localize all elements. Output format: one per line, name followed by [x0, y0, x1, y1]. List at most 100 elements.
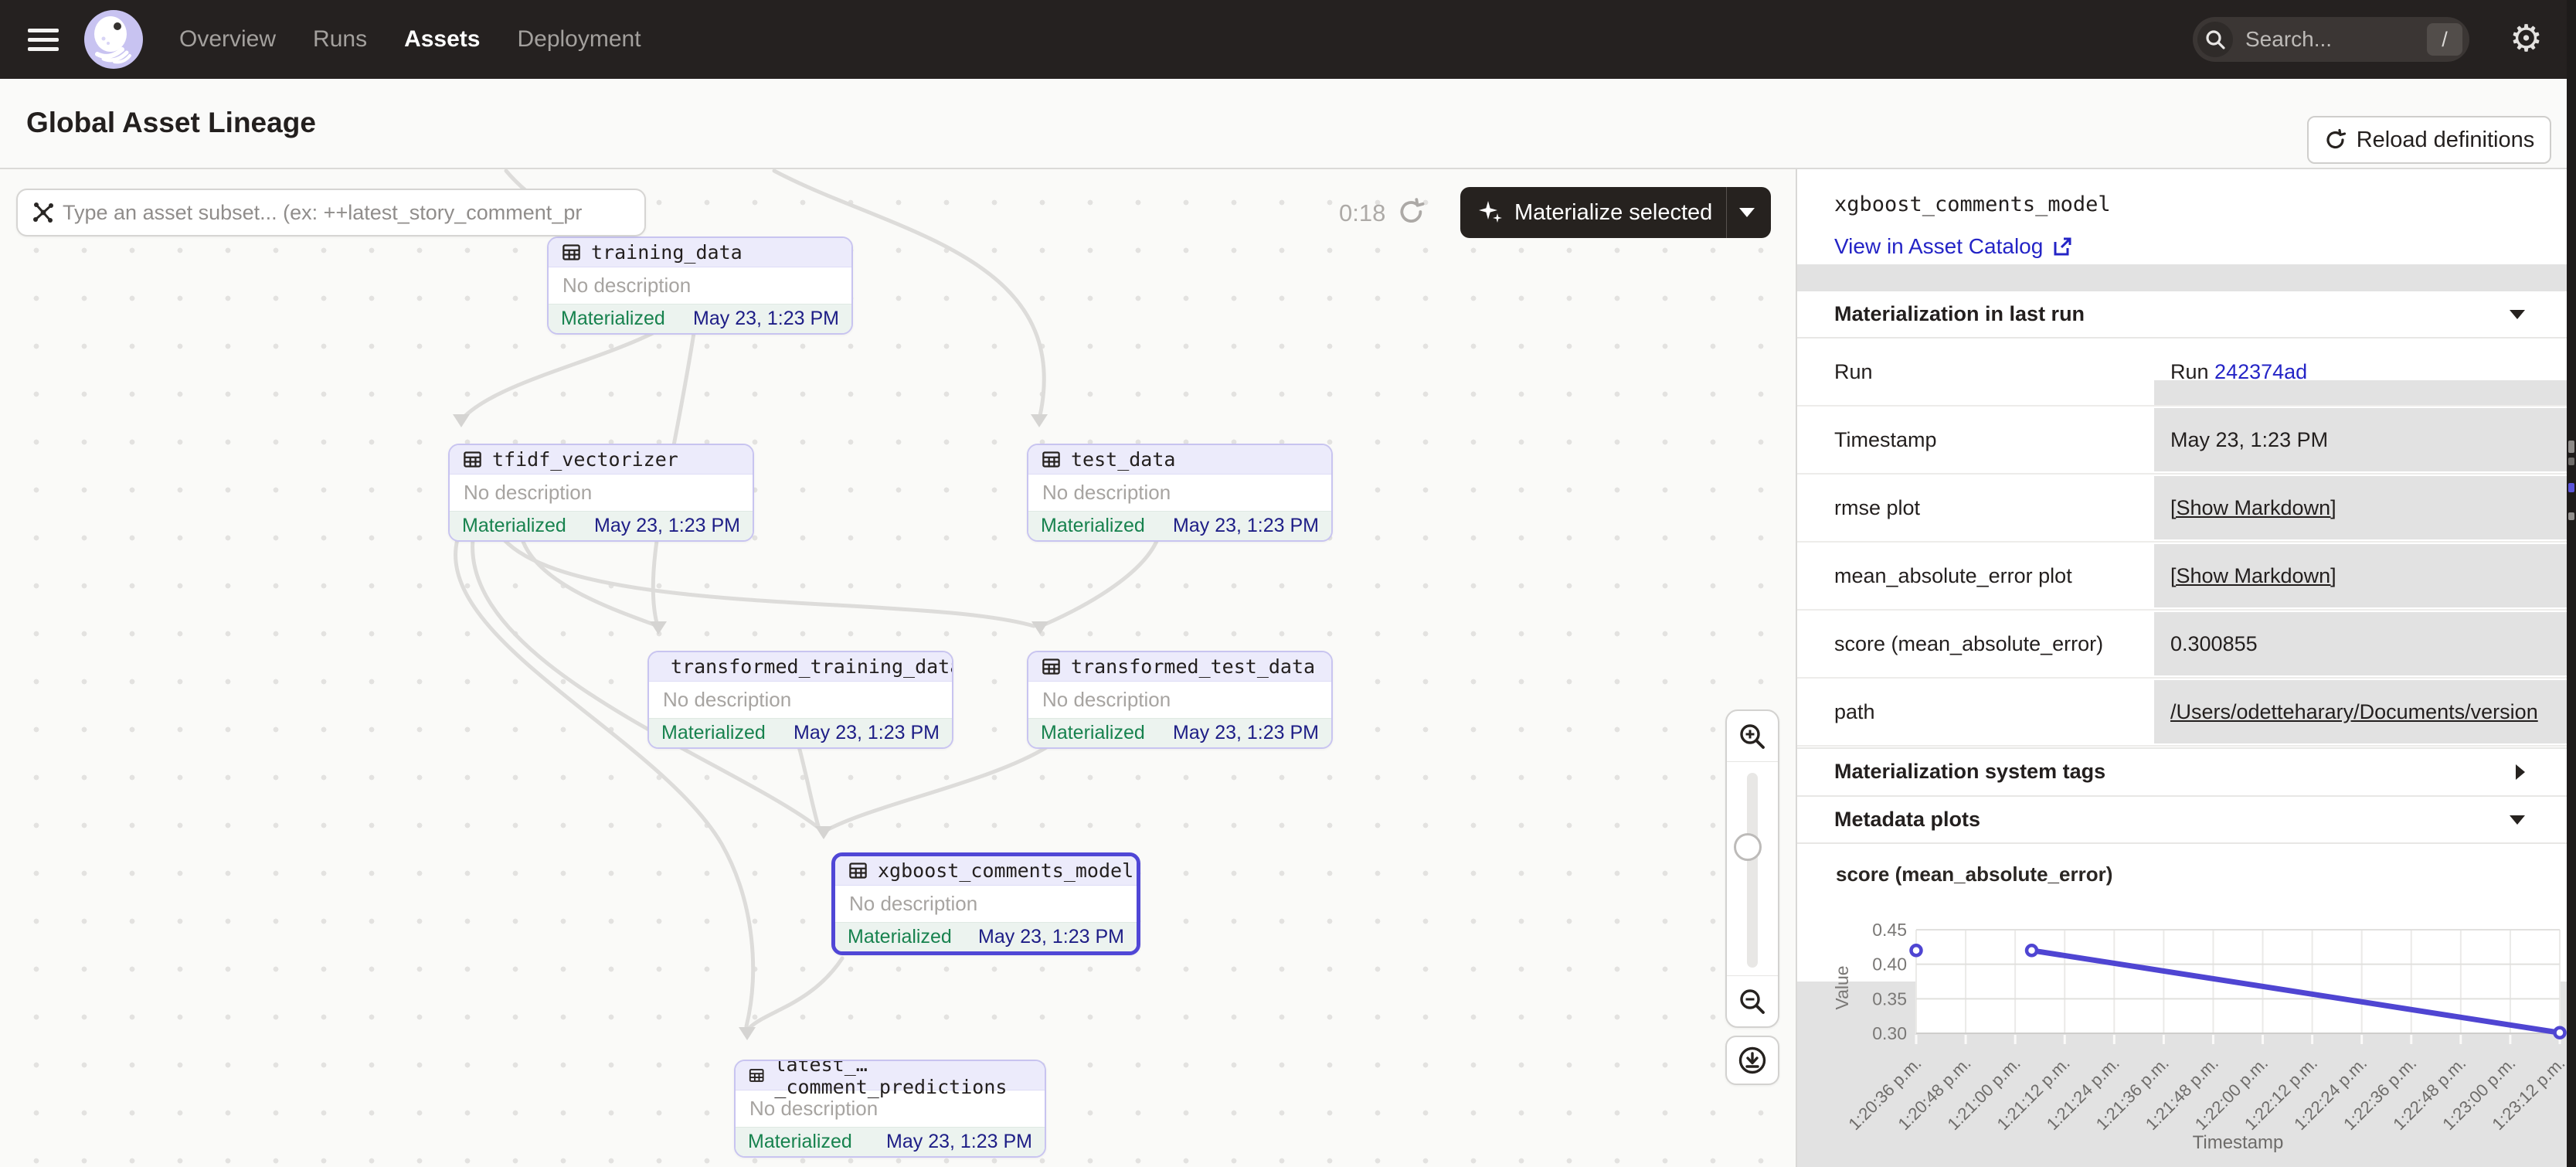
settings-gear-icon[interactable]: ⚙ — [2510, 14, 2543, 65]
asset-graph-icon — [30, 199, 56, 226]
zoom-slider-track[interactable] — [1747, 773, 1758, 968]
svg-text:0.30: 0.30 — [1872, 1023, 1907, 1043]
zoom-out-button[interactable] — [1727, 975, 1778, 1026]
scrollbar-fragment — [2568, 512, 2574, 520]
metadata-link[interactable]: [Show Markdown] — [2170, 496, 2336, 520]
section-materialization-last-run[interactable]: Materialization in last run — [1797, 291, 2568, 339]
svg-text:Value: Value — [1832, 965, 1852, 1009]
asset-lineage-canvas[interactable]: training_data No description Materialize… — [0, 169, 1796, 1167]
materialized-timestamp[interactable]: May 23, 1:23 PM — [1173, 722, 1319, 744]
materialized-status: Materialized — [1041, 722, 1145, 744]
metadata-link[interactable]: [Show Markdown] — [2170, 564, 2336, 588]
asset-node-test_data[interactable]: test_data No description Materialized Ma… — [1027, 444, 1333, 542]
metadata-label: path — [1797, 679, 2150, 745]
search-shortcut-badge: / — [2427, 23, 2462, 56]
materialized-timestamp[interactable]: May 23, 1:23 PM — [794, 722, 940, 744]
svg-text:Timestamp: Timestamp — [2193, 1132, 2284, 1153]
asset-subset-filter[interactable] — [16, 189, 646, 236]
asset-node-header: transformed_training_data — [649, 652, 952, 682]
asset-node-latest__comment_predictions[interactable]: latest_…_comment_predictions No descript… — [734, 1060, 1046, 1158]
asset-description: No description — [1028, 682, 1331, 718]
top-nav: Overview Runs Assets Deployment / ⚙ — [0, 0, 2576, 79]
table-icon — [1041, 449, 1062, 470]
asset-node-header: training_data — [549, 238, 851, 267]
section-metadata-plots[interactable]: Metadata plots — [1797, 795, 2568, 842]
nav-item-overview[interactable]: Overview — [179, 26, 276, 53]
magnifier-plus-icon — [1738, 722, 1767, 751]
run-id-link[interactable]: 242374ad — [2214, 360, 2307, 383]
download-view-button[interactable] — [1725, 1036, 1779, 1085]
run-value: Run 242374ad — [2170, 360, 2307, 384]
asset-node-footer: Materialized May 23, 1:23 PM — [549, 304, 851, 333]
asset-node-header: transformed_test_data — [1028, 652, 1331, 682]
materialize-selected-button[interactable]: Materialize selected — [1460, 187, 1771, 238]
scrollbar-fragment — [2568, 458, 2574, 465]
asset-node-tfidf_vectorizer[interactable]: tfidf_vectorizer No description Material… — [448, 444, 754, 542]
materialized-status: Materialized — [462, 515, 566, 537]
data-point[interactable] — [1912, 945, 1922, 955]
nav-item-runs[interactable]: Runs — [313, 26, 367, 53]
table-icon — [561, 242, 582, 263]
asset-node-transformed_test_data[interactable]: transformed_test_data No description Mat… — [1027, 651, 1333, 749]
asset-name: latest_…_comment_predictions — [774, 1060, 1045, 1098]
search-icon — [2197, 22, 2233, 57]
materialized-status: Materialized — [748, 1131, 852, 1153]
nav-item-assets[interactable]: Assets — [404, 26, 480, 53]
zoom-slider-handle[interactable] — [1734, 833, 1762, 861]
asset-node-footer: Materialized May 23, 1:23 PM — [649, 718, 952, 747]
asset-node-header: tfidf_vectorizer — [450, 445, 753, 475]
scrollbar-fragment — [2568, 441, 2574, 453]
zoom-in-button[interactable] — [1727, 711, 1778, 762]
asset-node-header: xgboost_comments_model — [835, 856, 1137, 886]
svg-text:0.40: 0.40 — [1872, 954, 1907, 975]
asset-name: transformed_test_data — [1071, 655, 1315, 678]
refresh-icon[interactable] — [1397, 197, 1426, 226]
window-edge-scrollbar[interactable] — [2567, 0, 2576, 1167]
materialize-dropdown-caret[interactable] — [1739, 208, 1755, 217]
metadata-value: May 23, 1:23 PM — [2170, 428, 2328, 452]
asset-node-xgboost_comments_model[interactable]: xgboost_comments_model No description Ma… — [831, 852, 1140, 955]
data-point[interactable] — [2027, 945, 2037, 955]
materialized-status: Materialized — [661, 722, 766, 744]
data-point[interactable] — [2555, 1028, 2565, 1038]
asset-node-header: test_data — [1028, 445, 1331, 475]
nav-links: Overview Runs Assets Deployment — [179, 26, 641, 53]
table-icon — [462, 449, 483, 470]
asset-description: No description — [549, 267, 851, 304]
materialized-timestamp[interactable]: May 23, 1:23 PM — [1173, 515, 1319, 537]
sparkle-icon — [1477, 199, 1504, 226]
global-search[interactable]: / — [2193, 17, 2469, 62]
metadata-link[interactable]: /Users/odetteharary/Documents/version — [2170, 700, 2538, 724]
view-in-asset-catalog-link[interactable]: View in Asset Catalog — [1834, 234, 2072, 259]
materialized-status: Materialized — [848, 926, 952, 948]
asset-description: No description — [1028, 475, 1331, 511]
circle-arrow-down-icon — [1737, 1045, 1768, 1076]
svg-text:0.45: 0.45 — [1872, 920, 1907, 940]
menu-icon[interactable] — [28, 23, 59, 56]
search-input[interactable] — [2245, 27, 2427, 52]
metadata-label: Run — [1797, 339, 2150, 405]
asset-description: No description — [835, 886, 1137, 922]
table-icon — [1041, 656, 1062, 677]
materialized-status: Materialized — [561, 308, 665, 330]
metadata-row-timestamp: Timestamp May 23, 1:23 PM — [1797, 407, 2568, 475]
refresh-icon — [2324, 128, 2347, 151]
section-materialization-system-tags[interactable]: Materialization system tags — [1797, 747, 2568, 794]
svg-text:0.35: 0.35 — [1872, 988, 1907, 1009]
asset-node-training_data[interactable]: training_data No description Materialize… — [547, 236, 853, 335]
asset-subset-input[interactable] — [63, 201, 644, 225]
materialized-timestamp[interactable]: May 23, 1:23 PM — [886, 1131, 1032, 1153]
nav-item-deployment[interactable]: Deployment — [517, 26, 641, 53]
asset-node-footer: Materialized May 23, 1:23 PM — [736, 1127, 1045, 1156]
asset-node-footer: Materialized May 23, 1:23 PM — [1028, 718, 1331, 747]
materialized-timestamp[interactable]: May 23, 1:23 PM — [594, 515, 740, 537]
dagster-logo-icon[interactable] — [83, 9, 144, 70]
materialized-timestamp[interactable]: May 23, 1:23 PM — [693, 308, 839, 330]
score-line-chart: score (mean_absolute_error)0.450.400.350… — [1797, 844, 2568, 1167]
chevron-right-icon — [2516, 764, 2525, 780]
asset-node-header: latest_…_comment_predictions — [736, 1061, 1045, 1090]
reload-definitions-button[interactable]: Reload definitions — [2307, 116, 2551, 164]
magnifier-minus-icon — [1738, 987, 1767, 1016]
materialized-timestamp[interactable]: May 23, 1:23 PM — [978, 926, 1124, 948]
asset-node-transformed_training_data[interactable]: transformed_training_data No description… — [647, 651, 953, 749]
